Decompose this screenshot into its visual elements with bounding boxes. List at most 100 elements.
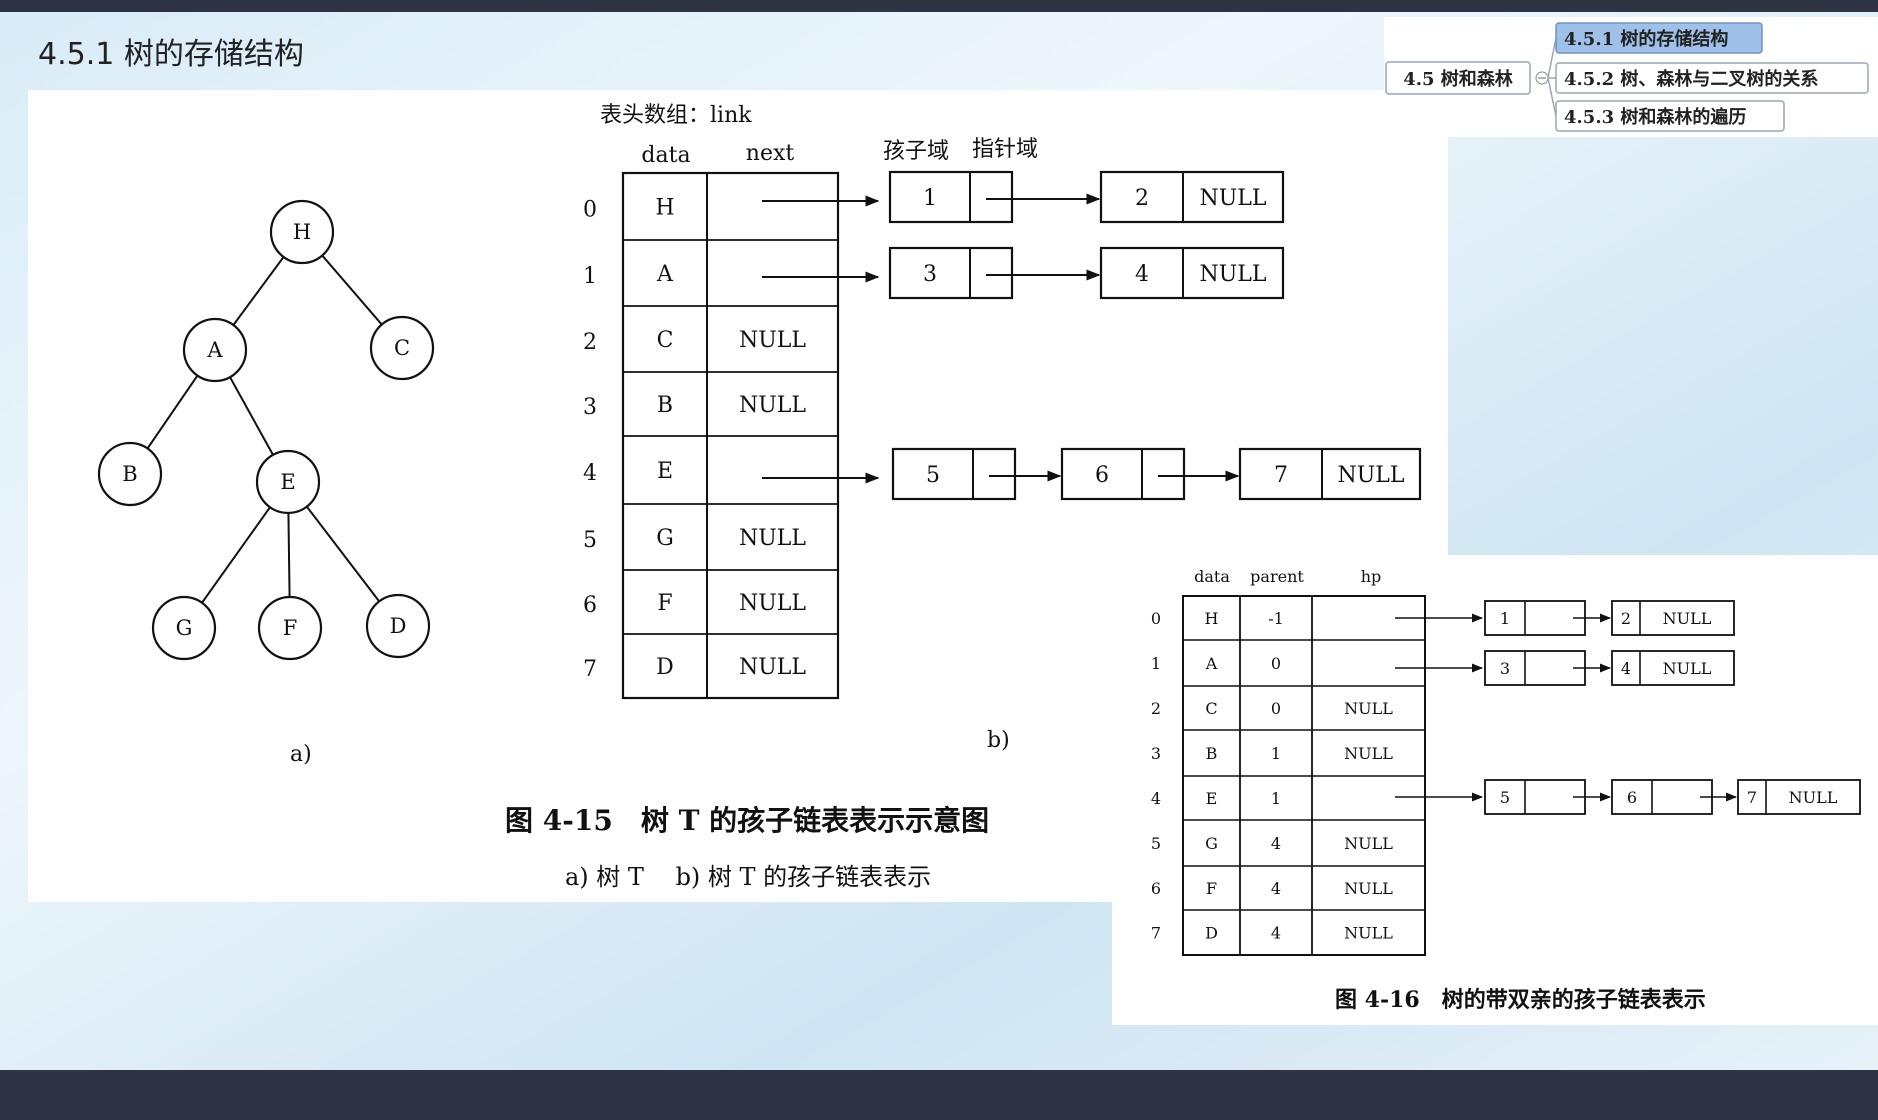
nav-parent-label: 4.5 树和森林	[1403, 68, 1513, 90]
fig16-node-value: 3	[1500, 659, 1510, 678]
parent-array-parent: 0	[1271, 654, 1281, 673]
array-cell-next: NULL	[739, 655, 806, 680]
tree-node-label: E	[280, 470, 295, 494]
fig16-node-value: 1	[1500, 609, 1510, 628]
pointer-field-label: 指针域	[972, 137, 1038, 162]
top-bar	[0, 0, 1878, 12]
list-node-value: 4	[1135, 262, 1149, 287]
fig16-node-value: 2	[1621, 609, 1631, 628]
parent-array-data: H	[1205, 609, 1219, 628]
parent-array-parent: 1	[1271, 789, 1281, 808]
parent-array-index: 2	[1151, 699, 1161, 718]
fig16-null-label: NULL	[1663, 659, 1712, 678]
tree-node-label: A	[206, 338, 223, 362]
slide-title: 4.5.1 树的存储结构	[38, 37, 304, 72]
array-index: 6	[583, 593, 597, 618]
tree-node-label: F	[283, 616, 298, 640]
parent-array-index: 6	[1151, 879, 1161, 898]
list-node-value: 6	[1095, 463, 1109, 488]
array-index: 4	[583, 461, 597, 486]
array-index: 0	[583, 198, 597, 223]
parent-array-index: 4	[1151, 789, 1161, 808]
array-cell-next: NULL	[739, 526, 806, 551]
array-cell-data: E	[657, 459, 673, 484]
slide-canvas: 4.5.1 树的存储结构 4.5 树和森林 4.5.1 树的存储结构 4.5.2 树…	[0, 0, 1878, 1120]
array-index: 3	[583, 395, 597, 420]
nav-item-label: 4.5.2 树、森林与二叉树的关系	[1564, 68, 1818, 90]
list-null-label: NULL	[1199, 186, 1266, 211]
tree-node-label: B	[122, 462, 137, 486]
parent-array-parent: 1	[1271, 744, 1281, 763]
fig16-null-label: NULL	[1789, 788, 1838, 807]
list-node-value: 3	[923, 262, 937, 287]
parent-array-hp: NULL	[1344, 924, 1393, 943]
parent-array-hp: NULL	[1344, 744, 1393, 763]
parent-array-data: E	[1206, 789, 1218, 808]
parent-array-index: 3	[1151, 744, 1161, 763]
array-cell-data: C	[657, 328, 674, 353]
fig16-node-value: 4	[1621, 659, 1631, 678]
parent-array-parent: 4	[1271, 924, 1281, 943]
array-cell-data: B	[657, 393, 673, 418]
array-cell-data: F	[657, 591, 672, 616]
list-node-value: 2	[1135, 186, 1149, 211]
list-node-value: 7	[1274, 463, 1288, 488]
tree-node-label: C	[394, 336, 410, 360]
parent-array-data: D	[1205, 924, 1218, 943]
parent-array-data: A	[1205, 654, 1218, 673]
array-cell-data: H	[655, 196, 674, 221]
array-cell-data: A	[656, 262, 674, 287]
list-node-value: 5	[926, 463, 940, 488]
tree-node-label: D	[390, 614, 407, 638]
parent-array-index: 0	[1151, 609, 1161, 628]
list-null-label: NULL	[1337, 463, 1404, 488]
tree-node-label: G	[176, 616, 193, 640]
array-cell-next: NULL	[739, 393, 806, 418]
parent-array-data: C	[1205, 699, 1217, 718]
fig16-null-label: NULL	[1663, 609, 1712, 628]
figure-4-15-subcaption: a) 树 T b) 树 T 的孩子链表表示	[565, 863, 931, 891]
tree-node-label: H	[293, 220, 311, 244]
array-index: 1	[583, 264, 597, 289]
parent-array-hp: NULL	[1344, 834, 1393, 853]
figure-4-15-caption: 图 4-15 树 T 的孩子链表表示示意图	[505, 804, 989, 837]
parent-array-parent: -1	[1268, 609, 1284, 628]
parent-array-index: 5	[1151, 834, 1161, 853]
array-label: b)	[987, 728, 1010, 753]
fig16-node-value: 6	[1627, 788, 1637, 807]
array-cell-data: D	[656, 655, 674, 680]
parent-array-parent: 4	[1271, 834, 1281, 853]
fig16-node-value: 7	[1747, 788, 1757, 807]
array-cell-next: NULL	[739, 328, 806, 353]
parent-array-index: 7	[1151, 924, 1161, 943]
parent-array-hp: NULL	[1344, 879, 1393, 898]
fig16-col-hp: hp	[1361, 567, 1382, 586]
array-cell-next: NULL	[739, 591, 806, 616]
array-title: 表头数组：link	[600, 103, 752, 128]
array-index: 7	[583, 657, 597, 682]
array-col-next: next	[746, 141, 795, 166]
fig16-col-parent: parent	[1250, 567, 1304, 586]
bottom-bar	[0, 1070, 1878, 1120]
tree-label: a)	[290, 742, 312, 767]
parent-array-data: F	[1206, 879, 1217, 898]
figure-4-16-caption: 图 4-16 树的带双亲的孩子链表表示	[1335, 987, 1706, 1013]
array-index: 2	[583, 330, 597, 355]
parent-array-hp: NULL	[1344, 699, 1393, 718]
list-node-value: 1	[923, 186, 937, 211]
parent-array-parent: 4	[1271, 879, 1281, 898]
child-field-label: 孩子域	[883, 139, 949, 164]
parent-array-data: G	[1205, 834, 1218, 853]
section-nav: 4.5 树和森林 4.5.1 树的存储结构 4.5.2 树、森林与二叉树的关系 4.5…	[1384, 17, 1878, 137]
parent-array-data: B	[1206, 744, 1218, 763]
array-index: 5	[583, 528, 597, 553]
fig16-node-value: 5	[1500, 788, 1510, 807]
nav-item-label: 4.5.3 树和森林的遍历	[1564, 106, 1746, 128]
array-cell-data: G	[656, 526, 674, 551]
list-null-label: NULL	[1199, 262, 1266, 287]
array-col-data: data	[641, 143, 690, 168]
parent-array-parent: 0	[1271, 699, 1281, 718]
nav-item-label: 4.5.1 树的存储结构	[1564, 28, 1728, 50]
parent-array-index: 1	[1151, 654, 1161, 673]
fig16-col-data: data	[1194, 567, 1230, 586]
